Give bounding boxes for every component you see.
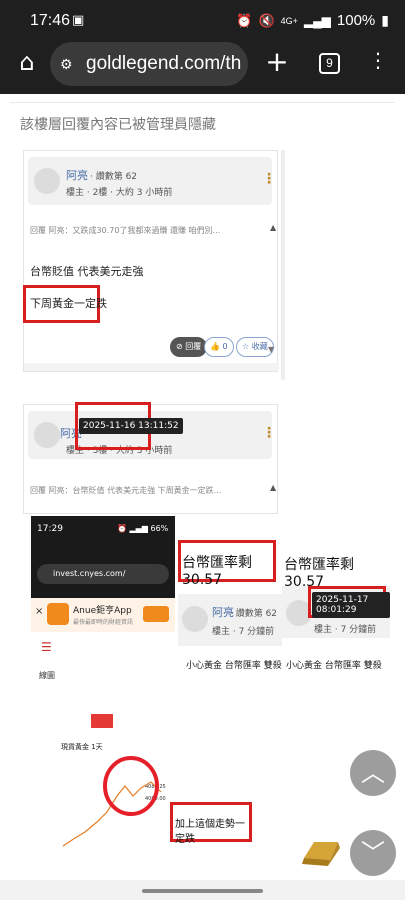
status-bar: 17:46 ▣ ⏰ 🔇 4G+ ▂▄▆ 100% ▮ — [0, 0, 405, 40]
reply-quote: 回覆 阿亮：又跌成30.70了我都來過賺 還賺 咱們別... — [30, 226, 221, 235]
tab-switcher-button[interactable]: 9 — [319, 53, 340, 74]
timestamp-tooltip: 2025-11-16 13:11:52 — [79, 418, 183, 434]
like-button[interactable]: 👍 0 — [204, 337, 234, 357]
headline-rate: 台幣匯率剩30.57 — [182, 555, 252, 588]
status-time: 17:46 — [30, 12, 71, 29]
hamburger-icon: ☰ — [41, 640, 52, 654]
status-right: ⏰ 🔇 4G+ ▂▄▆ 100% ▮ — [236, 12, 389, 29]
scroll-bottom-button[interactable]: ﹀ — [350, 830, 396, 876]
url-text: goldlegend.com/th — [86, 53, 242, 74]
collapse-icon[interactable]: ▲ — [270, 483, 276, 492]
hidden-reply-notice: 該樓層回覆內容已被管理員隱藏 — [20, 117, 216, 133]
post-meta: 樓主 · 7 分鐘前 — [212, 627, 275, 637]
post-options-icon[interactable]: ⋮ — [262, 171, 276, 187]
embedded-headline-panel-2: 台幣匯率剩30.57 樓主 · 7 分鐘前 2025-11-17 08:01:2… — [282, 546, 390, 676]
avatar — [182, 606, 208, 632]
post-meta: 樓主 · 2樓 · 大約 3 小時前 — [66, 188, 173, 198]
browser-toolbar: ⌂ ⚙ goldlegend.com/th + 9 ⋮ — [0, 40, 405, 94]
url-bar[interactable]: ⚙ goldlegend.com/th — [50, 42, 248, 86]
post-text: 小心黃金 台幣匯率 雙殺 — [286, 661, 382, 671]
post-meta: 樓主 · 7 分鐘前 — [314, 625, 377, 635]
right-separator — [281, 150, 285, 380]
username[interactable]: 阿亮 — [66, 167, 88, 183]
scrollbar[interactable] — [24, 363, 279, 371]
reply-button[interactable]: ⊘ 回覆 — [170, 337, 208, 357]
menu-dots-icon[interactable]: ⋮ — [368, 48, 388, 78]
mute-icon: 🔇 — [258, 12, 275, 28]
gesture-handle[interactable] — [142, 889, 263, 893]
scroll-down-icon[interactable]: ▼ — [268, 345, 274, 354]
user-bar: 阿亮 · 讚數第 62 樓主 · 7 分鐘前 — [178, 594, 282, 646]
headline-rate: 台幣匯率剩30.57 — [284, 557, 354, 590]
post-text-line1: 台幣貶值 代表美元走強 — [30, 265, 144, 278]
post-screenshot-1: 阿亮 · 讚數第 62 樓主 · 2樓 · 大約 3 小時前 ⋮ 回覆 阿亮：又… — [23, 150, 279, 372]
chevron-up-icon: ︿ — [361, 759, 385, 787]
phone-status-icons: ⏰ ▂▄▆ 66% — [117, 524, 169, 533]
embedded-phone-screenshot: 17:29 ⏰ ▂▄▆ 66% invest.cnyes.com/ × Anue… — [31, 516, 175, 850]
gallery-icon: ▣ — [72, 13, 85, 28]
scroll-top-button[interactable]: ︿ — [350, 750, 396, 796]
divider — [10, 102, 395, 103]
battery-text: 100% — [336, 12, 376, 29]
avatar — [34, 168, 60, 194]
chevron-down-icon: ﹀ — [361, 839, 385, 867]
rank-chip: · 讚數第 62 — [90, 172, 138, 182]
new-tab-icon[interactable]: + — [264, 46, 290, 78]
chart-label: 線圖 — [39, 671, 55, 680]
app-logo-icon — [47, 603, 69, 625]
embedded-headline-panel-1: 台幣匯率剩30.57 阿亮 · 讚數第 62 樓主 · 7 分鐘前 小心黃金 台… — [176, 536, 282, 712]
caption-box: 加上這個走勢一定跌 — [170, 802, 252, 845]
reply-label: 回覆 — [185, 342, 202, 351]
app-page: ☰ 線圖 現貨黃金 1天 4080.25 4000.00 — [31, 632, 175, 850]
gold-label: 現貨黃金 1天 — [61, 743, 103, 751]
post-text: 小心黃金 台幣匯率 雙殺 — [186, 661, 282, 671]
app-subtitle: 最快最即時的財經資訊 — [73, 619, 134, 626]
user-bar: 阿亮 · 讚數第 62 樓主 · 2樓 · 大約 3 小時前 ⋮ — [28, 157, 276, 205]
site-settings-icon[interactable]: ⚙ — [60, 42, 73, 86]
timestamp-tooltip: 2025-11-17 08:01:29 — [312, 592, 390, 618]
favorite-label: 收藏 — [251, 342, 268, 351]
active-tab — [91, 714, 113, 728]
app-title: Anue鉅亨App — [73, 606, 132, 616]
gold-bar-icon[interactable] — [298, 830, 342, 870]
home-icon[interactable]: ⌂ — [12, 48, 42, 78]
caption-text: 加上這個走勢一定跌 — [175, 819, 245, 845]
app-banner: × Anue鉅亨App 最快最即時的財經資訊 — [31, 598, 175, 632]
signal-icon: ▂▄▆ — [303, 13, 331, 28]
like-count: 0 — [222, 342, 228, 351]
banner-close-icon: × — [35, 606, 44, 617]
collapse-icon[interactable]: ▲ — [270, 223, 276, 232]
reply-quote: 回覆 阿亮：台幣貶值 代表美元走強 下周黃金一定跌... — [30, 486, 222, 495]
post-text-line2: 下周黃金一定跌 — [30, 297, 107, 310]
rank-chip: · 讚數第 62 — [230, 609, 278, 619]
open-app-button — [143, 606, 169, 622]
network-label: 4G+ — [280, 15, 298, 26]
post-options-icon[interactable]: ⋮ — [262, 425, 276, 441]
avatar — [34, 422, 60, 448]
phone-time: 17:29 — [37, 524, 63, 534]
phone-url-bar: invest.cnyes.com/ — [37, 564, 169, 584]
battery-icon: ▮ — [381, 12, 389, 28]
gold-price-chart — [62, 756, 162, 847]
alarm-icon: ⏰ — [236, 12, 253, 28]
